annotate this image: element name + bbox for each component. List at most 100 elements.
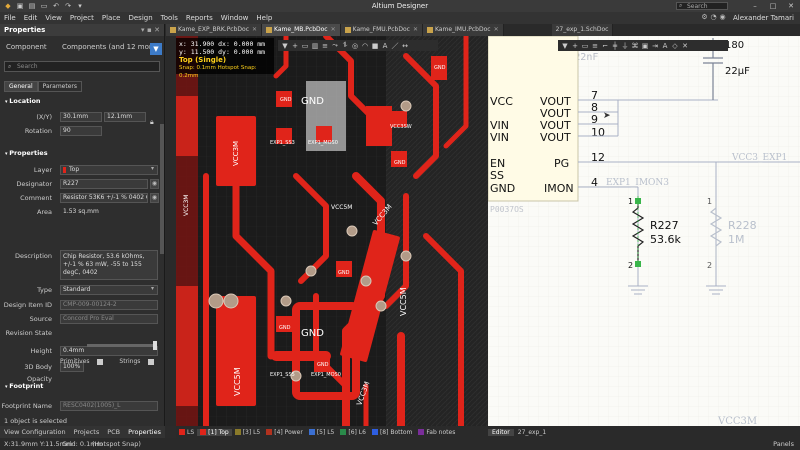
rotation-input[interactable]: 90 — [60, 126, 102, 136]
directive-icon[interactable]: ✕ — [680, 42, 690, 50]
close-tab-icon[interactable]: ✕ — [494, 24, 499, 36]
layer-tab-top[interactable]: [1] Top — [197, 428, 232, 436]
tab-editor[interactable]: Editor — [488, 428, 514, 436]
menu-reports[interactable]: Window — [217, 14, 253, 22]
menu-place[interactable]: Place — [98, 14, 125, 22]
doc-tab-exp-brk[interactable]: Kame_EXP_BRK.PcbDoc ✕ — [166, 24, 263, 36]
wire-icon[interactable]: ⌐ — [600, 42, 610, 50]
layer-tab-l5[interactable]: [5] L5 — [306, 429, 338, 436]
panel-scrollbar[interactable] — [160, 124, 164, 254]
tab-27-exp-1[interactable]: 27_exp_1 — [514, 429, 550, 436]
fill-icon[interactable]: ■ — [370, 42, 380, 50]
visibility-toggle[interactable]: ◉ — [150, 193, 159, 203]
close-icon[interactable]: ✕ — [782, 0, 800, 12]
port-icon[interactable]: ⇥ — [650, 42, 660, 50]
comment-input[interactable]: Resistor 53K6 +/-1 % 0402 63 r — [60, 193, 148, 203]
description-textarea[interactable]: Chip Resistor, 53.6 kOhms, +/-1 % 63 mW,… — [60, 250, 158, 280]
doc-tab-mb[interactable]: Kame_MB.PcbDoc ✕ — [262, 24, 341, 36]
designator-input[interactable]: R227 — [60, 179, 148, 189]
cursor-icon: ➤ — [603, 111, 611, 121]
section-properties[interactable]: Properties — [0, 148, 165, 158]
pcb-active-bar: ▼ + ▭ ▥ ≡ ⤳ ⥮ ◎ ◠ ■ A ／ ↔ — [278, 40, 438, 51]
pcb-net-label: GND — [301, 328, 324, 339]
add-icon[interactable]: + — [290, 42, 300, 50]
text-icon[interactable]: A — [380, 42, 390, 50]
menu-design[interactable]: Design — [124, 14, 156, 22]
menu-edit[interactable]: Edit — [20, 14, 42, 22]
section-location[interactable]: Location — [0, 96, 165, 106]
layer-tab-l3[interactable]: [3] L5 — [232, 429, 264, 436]
tab-properties[interactable]: Properties — [124, 428, 165, 436]
maximize-icon[interactable]: □ — [764, 0, 782, 12]
pcb-canvas[interactable]: GND GND VCC3M EXP1_SS3 EXP1_MOS0 VCC3SW … — [176, 36, 488, 426]
tab-parameters[interactable]: Parameters — [37, 81, 82, 92]
arc-icon[interactable]: ◠ — [360, 42, 370, 50]
align-icon[interactable]: ≡ — [590, 42, 600, 50]
filter-button[interactable]: ▼ — [150, 43, 162, 55]
diff-pair-icon[interactable]: ⥮ — [340, 41, 350, 50]
minimize-icon[interactable]: – — [746, 0, 764, 12]
type-select[interactable]: Standard ▾ — [60, 285, 158, 295]
opacity-slider-thumb[interactable] — [153, 341, 157, 350]
height-input[interactable]: 0.4mm — [60, 346, 158, 356]
user-name[interactable]: Alexander Tamari — [733, 12, 794, 24]
layer-tab-bottom[interactable]: [8] Bottom — [369, 429, 415, 436]
doc-tab-fmu[interactable]: Kame_FMU.PcbDoc ✕ — [340, 24, 423, 36]
shape-icon[interactable]: ◇ — [670, 42, 680, 50]
revision-label: Revision State — [5, 329, 52, 337]
menu-tools[interactable]: Tools — [157, 14, 182, 22]
global-search-input[interactable]: ⌕ Search — [676, 2, 728, 10]
via-icon[interactable]: ◎ — [350, 42, 360, 50]
schematic-canvas[interactable]: .64ms @ Css = 22nF VCC VIN VIN EN SS GND… — [488, 36, 800, 426]
settings-icon[interactable]: ⚙ — [700, 13, 709, 21]
dimension-icon[interactable]: ↔ — [400, 42, 410, 50]
bus-icon[interactable]: ╪ — [610, 42, 620, 50]
menu-window[interactable]: Help — [252, 14, 276, 22]
component-value[interactable]: Components (and 12 more) — [62, 43, 159, 51]
add-icon[interactable]: + — [570, 42, 580, 50]
net-label-icon[interactable]: ⌘ — [630, 42, 640, 50]
power-port-icon[interactable]: ⏚ — [620, 41, 630, 51]
tab-general[interactable]: General — [4, 81, 38, 92]
chart-icon[interactable]: ▥ — [310, 42, 320, 50]
close-tab-icon[interactable]: ✕ — [413, 24, 418, 36]
menu-file[interactable]: File — [0, 14, 20, 22]
opacity-slider-track[interactable] — [87, 344, 155, 347]
line-icon[interactable]: ／ — [390, 41, 400, 51]
close-tab-icon[interactable]: ✕ — [252, 24, 257, 36]
notifications-icon[interactable]: ◔ — [709, 13, 718, 21]
visibility-toggle[interactable]: ◉ — [150, 179, 159, 189]
account-icon[interactable]: ◉ — [718, 13, 727, 21]
tab-pcb[interactable]: PCB — [103, 428, 124, 436]
panel-controls[interactable]: ▾ ▪ ✕ — [141, 24, 160, 36]
doc-tab-imu[interactable]: Kame_IMU.PcbDoc ✕ — [422, 24, 504, 36]
doc-tab-schematic[interactable]: 27_exp_1.SchDoc — [551, 24, 660, 66]
text-icon[interactable]: A — [660, 42, 670, 50]
align-icon[interactable]: ≡ — [320, 42, 330, 50]
filter-icon[interactable]: ▼ — [560, 42, 570, 50]
strings-checkbox[interactable] — [148, 358, 155, 365]
close-tab-icon[interactable]: ✕ — [331, 24, 336, 36]
rectangle-icon[interactable]: ▭ — [580, 42, 590, 50]
rectangle-icon[interactable]: ▭ — [300, 42, 310, 50]
tab-projects[interactable]: Projects — [70, 428, 104, 436]
filter-icon[interactable]: ▼ — [280, 42, 290, 50]
layer-tab-ls[interactable]: LS — [176, 429, 197, 436]
layer-tab-fab-notes[interactable]: Fab notes — [415, 429, 458, 436]
menu-project[interactable]: Project — [66, 14, 98, 22]
tab-view-configuration[interactable]: View Configuration — [0, 428, 70, 436]
primitives-lock-checkbox[interactable] — [97, 358, 104, 365]
panels-button[interactable]: Panels — [773, 438, 794, 450]
part-icon[interactable]: ▣ — [640, 42, 650, 50]
y-input[interactable]: 12.1mm — [104, 112, 146, 122]
route-icon[interactable]: ⤳ — [330, 41, 340, 50]
layer-tabs: LS [1] Top [3] L5 [4] Power [5] L5 [6] L… — [176, 426, 488, 438]
menu-view[interactable]: View — [41, 14, 66, 22]
layer-select[interactable]: Top ▾ — [60, 165, 158, 175]
layer-tab-power[interactable]: [4] Power — [263, 429, 306, 436]
section-footprint[interactable]: Footprint — [0, 381, 165, 391]
x-input[interactable]: 30.1mm — [60, 112, 102, 122]
properties-search-input[interactable]: ⌕ Search — [4, 61, 160, 72]
layer-tab-l6[interactable]: [6] L6 — [337, 429, 369, 436]
menu-route[interactable]: Reports — [182, 14, 217, 22]
